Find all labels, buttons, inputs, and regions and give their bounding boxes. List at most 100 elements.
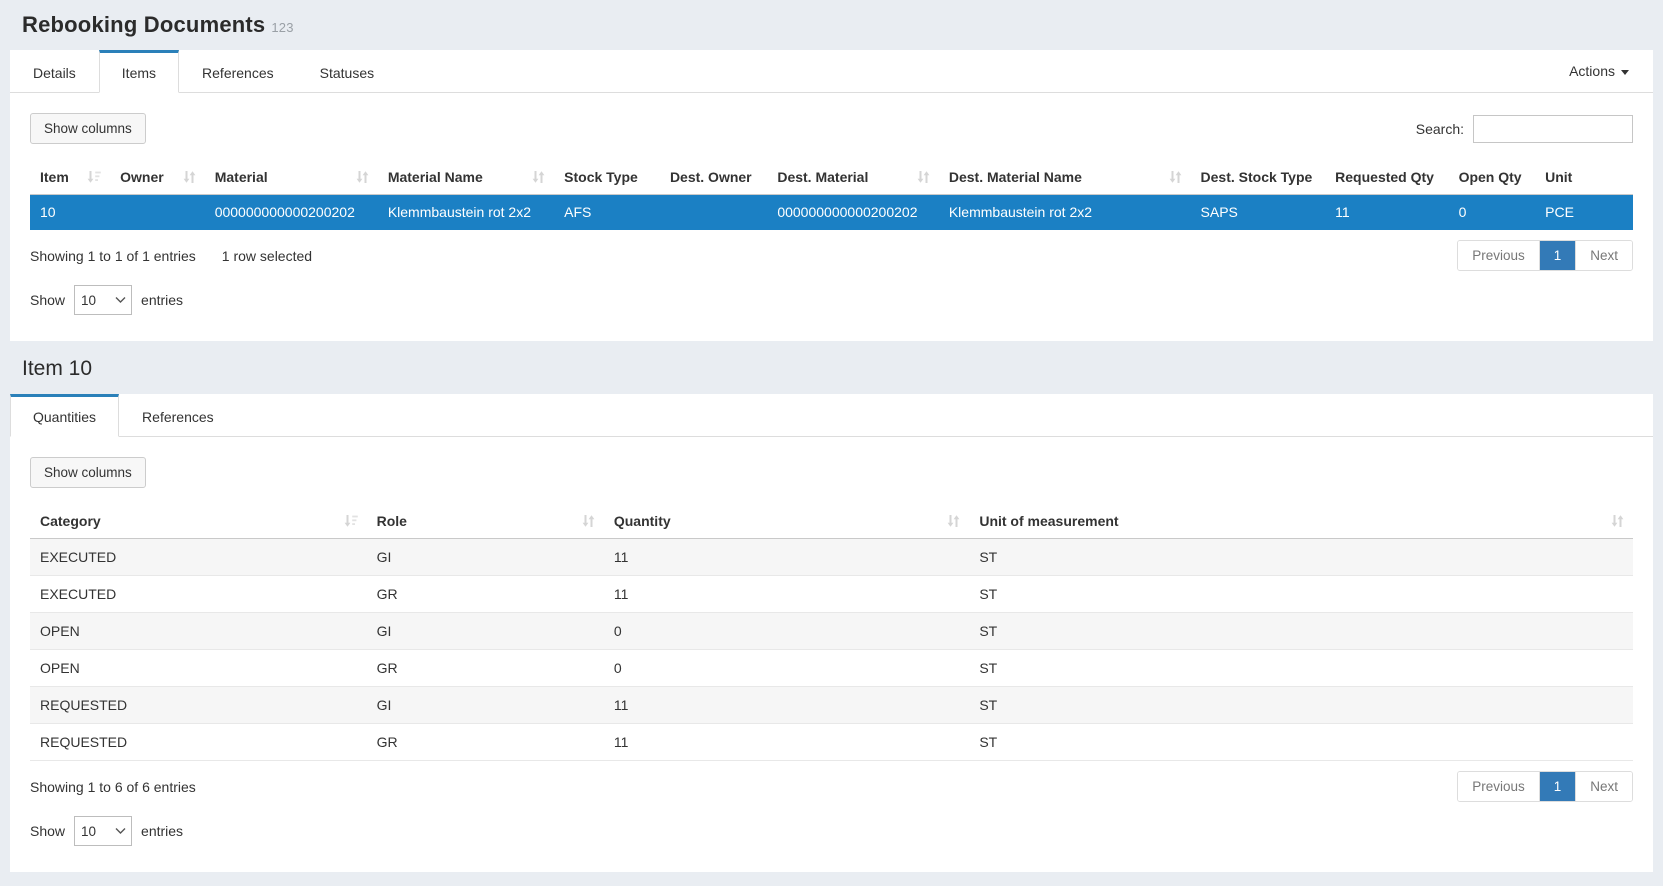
item-section-title: Item 10 [22,357,93,380]
pagination-previous[interactable]: Previous [1458,772,1539,801]
search-input[interactable] [1473,114,1633,143]
pagination: Previous 1 Next [1457,771,1633,802]
quantities-table-header-row: Category Role Quantity Unit of measureme… [30,504,1633,539]
pagination: Previous 1 Next [1457,240,1633,271]
page-size-select-wrap: 10 [74,816,133,846]
column-label: Unit [1545,169,1573,185]
actions-dropdown[interactable]: Actions [1569,63,1629,79]
column-header-item[interactable]: Item [30,160,111,195]
column-header-owner[interactable]: Owner [110,160,205,195]
column-header-dest-material[interactable]: Dest. Material [767,160,939,195]
tab-statuses[interactable]: Statuses [297,50,397,93]
column-header-dest-stock-type[interactable]: Dest. Stock Type [1190,160,1326,195]
cell-material: 000000000000200202 [204,194,378,230]
cell-quantity: 11 [603,723,970,761]
items-panel-body: Show columns Search: Item Owner Material… [10,93,1653,341]
sort-both-icon [532,170,545,184]
column-header-dest-owner[interactable]: Dest. Owner [659,160,768,195]
cell-category: EXECUTED [30,575,367,613]
cell-requested-qty: 11 [1325,194,1449,230]
cell-unit-of-measurement: ST [969,612,1633,650]
sort-asc-icon [87,170,101,184]
table-row[interactable]: EXECUTED GI 11 ST [30,538,1633,576]
column-label: Dest. Material Name [948,169,1082,185]
showing-entries-text: Showing 1 to 6 of 6 entries [30,778,196,795]
tab-item-references[interactable]: References [119,394,237,437]
column-label: Dest. Owner [669,169,752,185]
tab-quantities[interactable]: Quantities [10,394,120,437]
items-toolbar: Show columns Search: [30,113,1633,144]
table-row[interactable]: EXECUTED GR 11 ST [30,575,1633,613]
page-size-select[interactable]: 10 [74,285,133,315]
column-label: Dest. Stock Type [1200,169,1313,185]
pagination-previous[interactable]: Previous [1458,241,1539,270]
table-row-selected[interactable]: 10 000000000000200202 Klemmbaustein rot … [30,194,1633,230]
cell-unit-of-measurement: ST [969,723,1633,761]
table-row[interactable]: REQUESTED GR 11 ST [30,723,1633,761]
page-size-select-wrap: 10 [74,285,133,315]
cell-quantity: 11 [603,538,970,576]
sort-asc-icon [344,514,358,528]
actions-label: Actions [1569,63,1615,79]
column-label: Open Qty [1458,169,1522,185]
tab-details[interactable]: Details [10,50,99,93]
record-count-badge: 123 [271,20,294,35]
column-header-requested-qty[interactable]: Requested Qty [1325,160,1449,195]
table-row[interactable]: OPEN GR 0 ST [30,649,1633,687]
tab-items[interactable]: Items [98,50,180,93]
page-size-row: Show 10 entries [30,816,1633,846]
cell-role: GR [366,723,604,761]
page: Rebooking Documents 123 Details Items Ref… [0,0,1663,886]
items-table-header-row: Item Owner Material Material Name Stock … [30,160,1633,195]
cell-unit-of-measurement: ST [969,575,1633,613]
page-title-text: Rebooking Documents [22,12,266,37]
cell-owner [110,194,205,230]
sort-both-icon [1169,170,1182,184]
column-header-material-name[interactable]: Material Name [377,160,555,195]
table-row[interactable]: REQUESTED GI 11 ST [30,686,1633,724]
quantities-table: Category Role Quantity Unit of measureme… [30,504,1633,761]
column-header-unit-of-measurement[interactable]: Unit of measurement [969,504,1633,539]
search-label: Search: [1415,120,1464,137]
cell-category: REQUESTED [30,686,367,724]
column-header-material[interactable]: Material [204,160,378,195]
cell-quantity: 11 [603,686,970,724]
column-header-role[interactable]: Role [366,504,604,539]
sort-both-icon [917,170,930,184]
pagination-page-1[interactable]: 1 [1538,772,1576,801]
cell-unit-of-measurement: ST [969,649,1633,687]
quantities-toolbar: Show columns [30,457,1633,488]
tab-references[interactable]: References [179,50,297,93]
pagination-page-1[interactable]: 1 [1538,241,1576,270]
column-header-unit[interactable]: Unit [1535,160,1633,195]
column-label: Dest. Material [777,169,869,185]
sort-both-icon [582,514,595,528]
show-columns-button[interactable]: Show columns [30,113,146,144]
cell-dest-material: 000000000000200202 [767,194,939,230]
column-header-dest-material-name[interactable]: Dest. Material Name [938,160,1191,195]
table-row[interactable]: OPEN GI 0 ST [30,612,1633,650]
pagination-next[interactable]: Next [1575,772,1632,801]
column-header-open-qty[interactable]: Open Qty [1448,160,1536,195]
column-label: Stock Type [564,169,638,185]
column-header-category[interactable]: Category [30,504,367,539]
cell-category: EXECUTED [30,538,367,576]
items-table-footer: Showing 1 to 1 of 1 entries 1 row select… [30,240,1633,271]
cell-category: OPEN [30,612,367,650]
quantities-panel-body: Show columns Category Role Quantity Unit… [10,437,1653,872]
show-columns-button[interactable]: Show columns [30,457,146,488]
item-tabbar: Quantities References [10,394,1653,437]
column-header-stock-type[interactable]: Stock Type [554,160,660,195]
pagination-next[interactable]: Next [1575,241,1632,270]
cell-role: GI [366,686,604,724]
showing-entries-text: Showing 1 to 1 of 1 entries [30,247,196,264]
cell-item: 10 [30,194,111,230]
column-label: Unit of measurement [979,513,1119,529]
cell-category: REQUESTED [30,723,367,761]
column-header-quantity[interactable]: Quantity [603,504,970,539]
page-size-select[interactable]: 10 [74,816,133,846]
tabbar-right: Actions [1545,50,1653,92]
column-label: Category [40,513,101,529]
column-label: Item [40,169,69,185]
column-label: Owner [120,169,164,185]
